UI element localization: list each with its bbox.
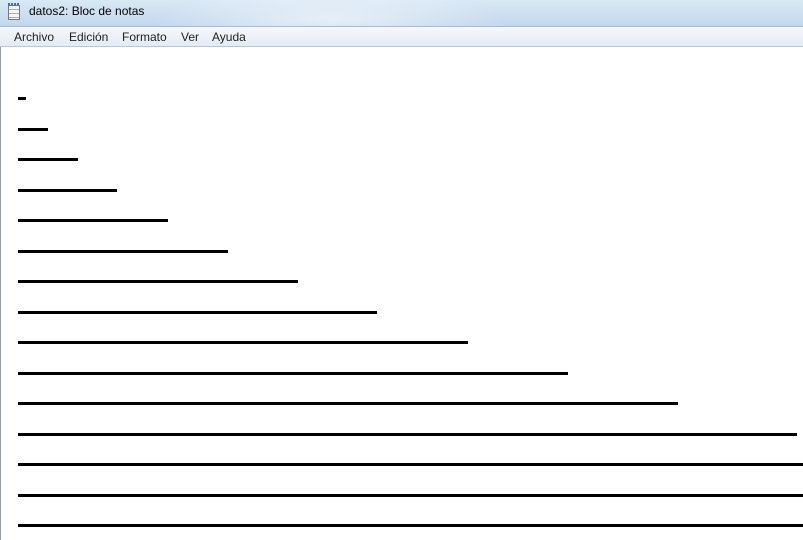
menu-formato[interactable]: Formato bbox=[122, 30, 167, 44]
text-line bbox=[18, 372, 568, 375]
menu-bar: Archivo Edición Formato Ver Ayuda bbox=[0, 26, 803, 47]
text-line bbox=[18, 280, 298, 283]
text-line bbox=[18, 524, 803, 527]
text-line bbox=[18, 97, 26, 100]
text-line bbox=[18, 311, 377, 314]
text-line bbox=[18, 128, 48, 131]
menu-edicion[interactable]: Edición bbox=[69, 30, 108, 44]
text-editor-area[interactable] bbox=[0, 47, 803, 540]
text-line bbox=[18, 219, 168, 222]
text-line bbox=[18, 494, 803, 497]
text-line bbox=[18, 433, 797, 436]
notepad-icon[interactable] bbox=[8, 3, 20, 20]
text-line bbox=[18, 250, 228, 253]
title-bar[interactable]: datos2: Bloc de notas bbox=[0, 0, 803, 26]
text-line bbox=[18, 189, 117, 192]
text-line bbox=[18, 341, 468, 344]
menu-ver[interactable]: Ver bbox=[181, 30, 199, 44]
menu-ayuda[interactable]: Ayuda bbox=[212, 30, 246, 44]
window-title: datos2: Bloc de notas bbox=[29, 4, 145, 18]
menu-archivo[interactable]: Archivo bbox=[14, 30, 54, 44]
text-line bbox=[18, 463, 803, 466]
text-line bbox=[18, 402, 678, 405]
text-line bbox=[18, 158, 78, 161]
